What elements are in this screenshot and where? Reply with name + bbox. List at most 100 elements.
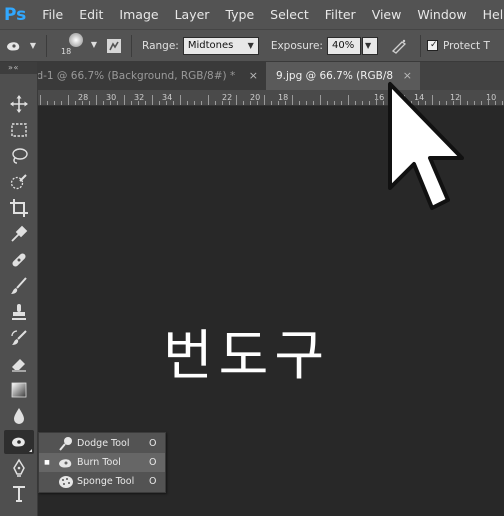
checkbox-checked-icon: ✓: [426, 40, 438, 51]
tools-panel: » «: [0, 62, 38, 516]
flyout-item-dodge-tool[interactable]: Dodge Tool O: [39, 434, 165, 453]
brush-tool[interactable]: [4, 274, 34, 298]
separator: [419, 34, 421, 57]
ruler-tick: [271, 101, 272, 105]
menu-image[interactable]: Image: [111, 0, 166, 29]
flyout-label: Dodge Tool: [77, 438, 130, 449]
ruler-tick: [341, 101, 342, 105]
ruler-tick: [285, 101, 286, 105]
ruler-label: 30: [106, 93, 117, 102]
ruler-tick: [61, 101, 62, 105]
ruler-tick: [488, 95, 489, 105]
menu-help[interactable]: Help: [475, 0, 504, 29]
exposure-input[interactable]: 40%: [326, 36, 361, 55]
mouse-pointer-icon: [388, 82, 464, 210]
ruler-tick: [313, 101, 314, 105]
airbrush-icon: [391, 39, 407, 54]
ruler-label: 28: [78, 93, 89, 102]
burn-icon: [55, 455, 77, 471]
ruler-tick: [215, 101, 216, 105]
ruler-tick: [180, 95, 181, 105]
burn-tool[interactable]: [4, 430, 34, 454]
ruler-tick: [222, 101, 223, 105]
history-brush-tool[interactable]: [4, 326, 34, 350]
ruler-tick: [362, 101, 363, 105]
ruler-tick: [47, 101, 48, 105]
exposure-label: Exposure:: [270, 39, 323, 52]
menu-file[interactable]: File: [34, 0, 71, 29]
ruler-tick: [208, 95, 209, 105]
tab-untitled-1[interactable]: ed-1 @ 66.7% (Background, RGB/8#) * ×: [30, 62, 266, 90]
menu-window[interactable]: Window: [409, 0, 474, 29]
ruler-tick: [334, 101, 335, 105]
eyedropper-tool[interactable]: [4, 222, 34, 246]
menu-filter[interactable]: Filter: [317, 0, 364, 29]
ruler-tick: [75, 101, 76, 105]
ruler-label: 20: [250, 93, 261, 102]
ruler-tick: [474, 101, 475, 105]
range-label: Range:: [142, 39, 179, 52]
brush-panel-toggle[interactable]: [103, 36, 125, 56]
menu-layer[interactable]: Layer: [167, 0, 218, 29]
lasso-tool[interactable]: [4, 144, 34, 168]
options-bar: ▼ 18 ▼ Range: Midtones ▼ Exposure: 40% ▼: [0, 29, 504, 62]
menu-view[interactable]: View: [364, 0, 410, 29]
ruler-tick: [68, 95, 69, 105]
toning-tools-flyout: Dodge Tool O ■ Burn Tool O Sponge Tool O: [38, 432, 166, 493]
lasso-icon: [12, 148, 28, 164]
type-tool[interactable]: [4, 482, 34, 506]
brush-preset-picker[interactable]: 18 ▼: [53, 31, 99, 61]
close-icon[interactable]: ×: [249, 62, 258, 90]
tab-label: 9.jpg @ 66.7% (RGB/8: [276, 70, 394, 82]
healing-brush-tool[interactable]: [4, 248, 34, 272]
burn-tool-icon: [6, 41, 20, 51]
ruler-tick: [264, 95, 265, 105]
shortcut-key: O: [149, 438, 157, 449]
menu-type[interactable]: Type: [217, 0, 262, 29]
sponge-icon: [55, 474, 77, 490]
quick-selection-icon: [10, 174, 27, 190]
crop-tool[interactable]: [4, 196, 34, 220]
range-value: Midtones: [187, 40, 234, 51]
tool-preset-picker[interactable]: ▼: [0, 38, 40, 54]
airbrush-toggle[interactable]: [384, 36, 414, 56]
ruler-tick: [376, 95, 377, 105]
ruler-tick: [320, 95, 321, 105]
menu-bar: Ps File Edit Image Layer Type Select Fil…: [0, 0, 504, 29]
ruler-tick: [201, 101, 202, 105]
chevron-down-icon: ▼: [364, 41, 372, 50]
eraser-tool[interactable]: [4, 352, 34, 376]
ruler-tick: [250, 101, 251, 105]
separator: [46, 34, 47, 57]
shortcut-key: O: [149, 476, 157, 487]
ruler-tick: [481, 101, 482, 105]
gradient-tool[interactable]: [4, 378, 34, 402]
tab-label: ed-1 @ 66.7% (Background, RGB/8#) *: [30, 70, 236, 82]
ruler-tick: [278, 101, 279, 105]
range-select[interactable]: Midtones ▼: [182, 36, 259, 55]
clone-stamp-tool[interactable]: [4, 300, 34, 324]
ruler-tick: [103, 101, 104, 105]
ruler-tick: [89, 101, 90, 105]
menu-edit[interactable]: Edit: [71, 0, 111, 29]
ruler-tick: [152, 95, 153, 105]
brush-panel-icon: [107, 38, 121, 53]
ruler-tick: [495, 101, 496, 105]
protect-tones-checkbox[interactable]: ✓ Protect T: [426, 40, 490, 52]
pen-tool[interactable]: [4, 456, 34, 480]
ruler-tick: [502, 101, 503, 105]
ruler-tick: [131, 101, 132, 105]
flyout-item-burn-tool[interactable]: ■ Burn Tool O: [39, 453, 165, 472]
blur-tool[interactable]: [4, 404, 34, 428]
move-tool[interactable]: [4, 92, 34, 116]
quick-selection-tool[interactable]: [4, 170, 34, 194]
exposure-dropdown[interactable]: ▼: [361, 36, 378, 55]
ruler-label: 32: [134, 93, 145, 102]
canvas-text: 번도구: [163, 324, 331, 387]
ruler-tick: [166, 101, 167, 105]
bandage-icon: [12, 253, 26, 267]
marquee-tool[interactable]: [4, 118, 34, 142]
flyout-item-sponge-tool[interactable]: Sponge Tool O: [39, 472, 165, 491]
toolbar-collapse-toggle[interactable]: » «: [0, 62, 37, 74]
menu-select[interactable]: Select: [262, 0, 317, 29]
